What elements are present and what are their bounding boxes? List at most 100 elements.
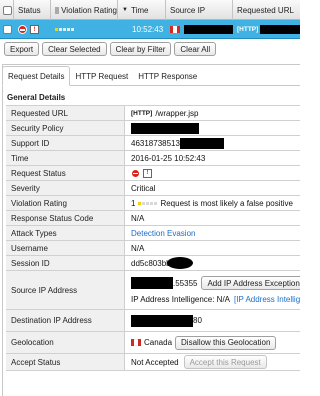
detail-row-severity: Severity Critical [6,181,300,196]
details-tabs: Request Details HTTP Request HTTP Respon… [2,66,202,86]
sort-down-triangle-icon: ▼ [122,7,128,13]
value-time: 2016-01-25 10:52:43 [131,153,206,163]
source-port: .55355 [173,278,198,288]
label-request-status: Request Status [6,166,125,180]
header-time[interactable]: ▼ Time [118,0,166,20]
support-id-text: 46318738513 [131,138,180,148]
select-all-checkbox[interactable] [3,5,12,15]
row-select-cell[interactable] [0,20,14,39]
add-ip-exception-button[interactable]: Add IP Address Exception [201,276,300,290]
redacted-support-id [179,137,224,149]
details-grid: Requested URL [HTTP]/wrapper.jsp Securit… [6,105,300,371]
accept-request-button[interactable]: Accept this Request [183,355,267,369]
dest-port: 80 [193,316,202,325]
canada-flag-icon [131,339,141,346]
row-url-protocol: [HTTP] [237,26,259,33]
detail-row-destination-ip: Destination IP Address 80 [6,310,300,332]
clear-selected-button[interactable]: Clear Selected [42,42,107,56]
rating-bars [138,201,158,205]
rating-bar-empty [150,201,154,205]
source-ip-line: .55355 Add IP Address Exception [131,276,300,290]
row-source-ip [166,20,233,39]
detail-row-geolocation: Geolocation Canada Disallow this Geoloca… [6,332,300,354]
rating-bar-filled [138,201,142,205]
alarm-icon: ! [143,168,152,178]
tab-request-details[interactable]: Request Details [2,66,71,86]
row-time: 10:52:43 [132,25,164,34]
clear-by-filter-button[interactable]: Clear by Filter [109,42,172,56]
detail-row-accept-status: Accept Status Not Accepted Accept this R… [6,354,300,371]
detail-row-support-id: Support ID 46318738513 [6,136,300,151]
tab-http-request[interactable]: HTTP Request [70,66,133,86]
value-support-id: 46318738513 [125,136,300,150]
label-violation-rating: Violation Rating [6,196,125,210]
value-destination-ip: 80 [125,310,300,331]
rating-bar-filled [55,28,58,31]
header-requested-url[interactable]: Requested URL [233,0,300,20]
rating-bar-empty [71,28,74,31]
clear-all-button[interactable]: Clear All [174,42,217,56]
header-violation-rating[interactable]: Violation Rating [51,0,118,20]
disallow-geolocation-button[interactable]: Disallow this Geolocation [175,335,277,350]
rating-bar-empty [59,28,62,31]
table-row[interactable]: ! 10:52:43 [HTTP] [0,20,300,39]
value-accept-status: Not Accepted Accept this Request [125,354,300,370]
redacted-url [260,25,300,34]
rating-bar-empty [67,28,70,31]
value-session-id: dd5c803bb [125,256,300,270]
ip-intel-link[interactable]: [IP Address Intelligence] [234,295,300,304]
rating-number: 1 [131,198,136,208]
country-name: Canada [144,338,173,347]
detail-row-request-status: Request Status ! [6,166,300,181]
label-username: Username [6,241,125,255]
header-source-ip[interactable]: Source IP [166,0,233,20]
detail-row-security-policy: Security Policy [6,121,300,136]
value-violation-rating: 1 Request is most likely a false positiv… [125,196,300,210]
row-checkbox[interactable] [3,25,12,34]
alarm-icon: ! [30,25,39,34]
tab-http-response[interactable]: HTTP Response [133,66,202,86]
session-id-text: dd5c803bb [131,258,171,268]
ip-intel-label: IP Address Intelligence: N/A [131,295,231,304]
rating-bar-empty [154,201,158,205]
table-header: Status Violation Rating ▼ Time Source IP … [0,0,300,20]
header-select-all[interactable] [0,0,14,20]
export-button[interactable]: Export [4,42,40,56]
row-status: ! [14,20,51,39]
redacted-source-ip [131,277,173,289]
header-violation-rating-label: Violation Rating [61,5,117,15]
rating-bar-empty [146,201,150,205]
accept-status-text: Not Accepted [131,357,179,367]
header-status[interactable]: Status [14,0,51,20]
label-requested-url: Requested URL [6,106,125,120]
rating-bar-empty [63,28,66,31]
section-title: General Details [7,93,66,102]
value-attack-types: Detection Evasion [125,226,300,240]
blocked-icon [18,25,27,34]
label-accept-status: Accept Status [6,354,125,370]
label-response-status-code: Response Status Code [6,211,125,225]
value-geolocation: Canada Disallow this Geolocation [125,332,300,353]
value-request-status: ! [125,166,300,180]
value-requested-url: [HTTP]/wrapper.jsp [125,106,300,120]
value-source-ip: .55355 Add IP Address Exception IP Addre… [125,271,300,309]
detail-row-time: Time 2016-01-25 10:52:43 [6,151,300,166]
header-time-label: Time [130,5,149,15]
detail-row-source-ip: Source IP Address .55355 Add IP Address … [6,271,300,310]
detail-row-requested-url: Requested URL [HTTP]/wrapper.jsp [6,106,300,121]
label-session-id: Session ID [6,256,125,270]
detail-row-username: Username N/A [6,241,300,256]
detail-row-violation-rating: Violation Rating 1 Request is most likel… [6,196,300,211]
label-security-policy: Security Policy [6,121,125,135]
label-source-ip: Source IP Address [6,271,125,309]
toolbar: Export Clear Selected Clear by Filter Cl… [0,42,300,58]
canada-flag-icon [170,26,180,33]
label-attack-types: Attack Types [6,226,125,240]
url-path: /wrapper.jsp [155,108,199,118]
detail-row-session-id: Session ID dd5c803bb [6,256,300,271]
rating-bar-empty [142,201,146,205]
attack-type-link[interactable]: Detection Evasion [131,229,195,238]
label-support-id: Support ID [6,136,125,150]
rating-text: Request is most likely a false positive [160,198,293,208]
value-security-policy [125,121,300,135]
